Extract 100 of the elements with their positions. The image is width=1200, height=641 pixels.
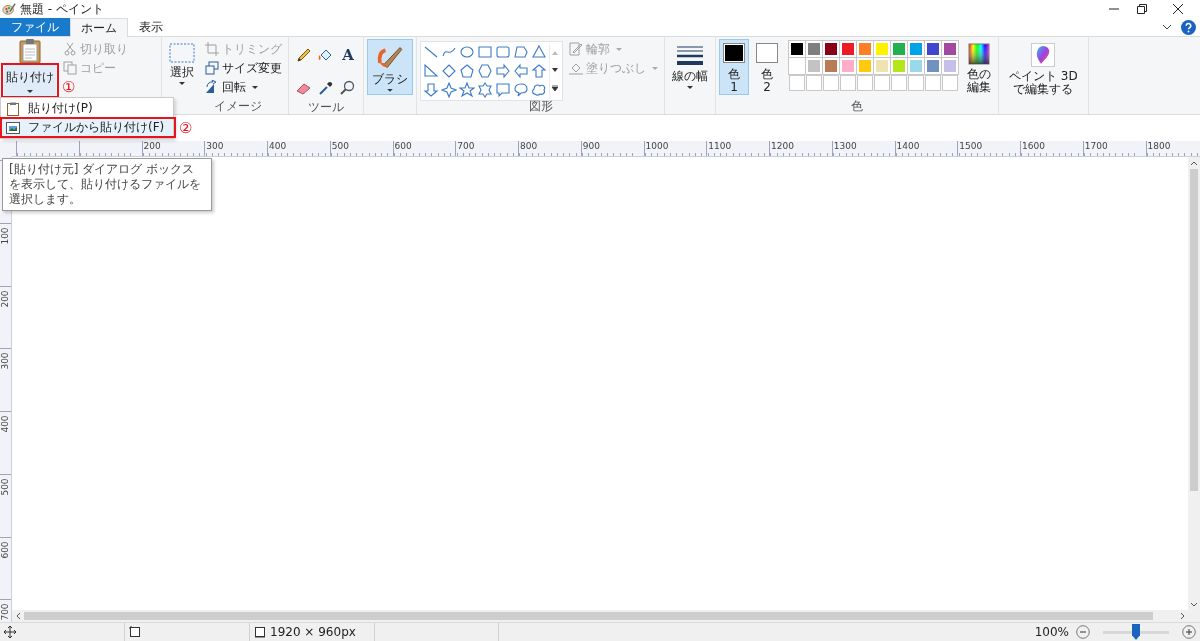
oval-callout-icon[interactable] [513,82,529,98]
color-swatch[interactable] [857,41,873,57]
color-swatch[interactable] [891,41,907,57]
color-swatch[interactable] [823,41,839,57]
zoom-out-button[interactable] [1075,624,1091,640]
color-swatch[interactable] [806,58,822,74]
pentagon-icon[interactable] [459,63,475,79]
step-number: ① [62,79,75,95]
expand-gallery-icon[interactable] [552,85,558,92]
six-point-star-icon[interactable] [477,82,493,98]
resize-icon [205,61,219,75]
ribbon-tab[interactable]: 表示 [128,18,174,36]
help-icon[interactable] [1181,19,1196,35]
ruler-label: 1700 [1083,141,1109,151]
chevron-down-icon [1190,601,1198,607]
chevron-up-icon [1190,160,1198,166]
text-tool[interactable]: A [340,47,356,63]
paste-dropdown-button[interactable]: 貼り付け [4,65,56,97]
color-swatch[interactable] [840,41,856,57]
polygon-icon[interactable] [513,44,529,60]
eyedropper-icon[interactable] [318,79,334,96]
caret-icon [387,89,393,92]
ruler-label: 1500 [958,141,984,151]
step-number: ② [179,120,193,136]
magnifier-icon[interactable] [340,79,356,96]
five-point-star-icon[interactable] [459,82,475,98]
color-swatch[interactable] [908,58,924,74]
app-icon [2,2,16,16]
color-swatch[interactable] [823,58,839,74]
ruler-label: 400 [0,414,10,434]
color-slot-button[interactable]: 色 1 [719,39,749,95]
color-swatch[interactable] [789,41,805,57]
rotate-icon [205,80,219,94]
color-swatch[interactable] [925,58,941,74]
ribbon-tab[interactable]: ホーム [70,18,128,37]
line-width-button[interactable]: 線の幅 [668,39,712,92]
paint-3d-button[interactable]: ペイント 3D で編集する [1002,39,1085,100]
slider-thumb[interactable] [1132,624,1140,640]
color-swatch[interactable] [908,41,924,57]
rectangle-callout-icon[interactable] [495,82,511,98]
color-slot-button[interactable]: 色 2 [752,39,782,95]
scrollbar-thumb[interactable] [24,612,1153,620]
color-swatch[interactable] [942,58,958,74]
ribbon-command[interactable]: 回転 [202,78,285,96]
scroll-up-icon[interactable] [552,50,558,55]
paint-3d-icon [1031,43,1056,67]
scroll-down-icon[interactable] [552,68,558,72]
canvas-size-icon [254,626,266,638]
up-arrow-icon[interactable] [531,63,547,79]
rectangle-icon[interactable] [477,44,493,60]
canvas-size-text: 1920 × 960px [270,625,356,639]
ruler-label: 1100 [707,141,733,151]
ruler-label: 900 [581,141,601,151]
caret-icon [616,47,622,51]
selection-icon [169,43,195,63]
ribbon-tab[interactable]: ファイル [0,18,70,36]
edit-colors-button[interactable]: 色の 編集 [963,39,995,97]
pen-icon [569,42,583,56]
right-triangle-icon[interactable] [423,63,439,79]
group-label: イメージ [213,99,263,113]
four-point-star-icon[interactable] [441,82,457,98]
crop-icon [205,42,219,56]
color-swatch[interactable] [874,58,890,74]
paint-bucket-icon[interactable] [318,47,334,63]
diamond-icon[interactable] [441,63,457,79]
group-label: ツール [307,100,345,114]
pencil-icon[interactable] [296,47,312,63]
ruler-label: 1000 [644,141,670,151]
ruler-label: 500 [330,141,350,151]
hexagon-icon[interactable] [477,63,493,79]
color-swatch[interactable] [925,41,941,57]
move-cursor-icon [4,626,16,638]
image-file-icon [6,120,20,135]
left-arrow-icon[interactable] [513,63,529,79]
triangle-icon[interactable] [531,44,547,60]
scissors-icon [63,42,77,56]
cloud-callout-icon[interactable] [531,82,547,98]
scrollbar-thumb[interactable] [1190,169,1198,491]
down-arrow-icon[interactable] [423,82,439,98]
color-swatch[interactable] [789,58,805,74]
ruler-label: 200 [142,141,162,151]
menu-item[interactable]: 貼り付け(P) [1,99,174,118]
line-icon[interactable] [423,44,439,60]
select-button[interactable]: 選択 [165,39,199,88]
zoom-in-button[interactable] [1181,624,1197,640]
color-swatch[interactable] [857,58,873,74]
brushes-button[interactable]: ブラシ [367,39,413,95]
ribbon-command[interactable]: サイズ変更 [202,59,285,77]
ruler-label: 1400 [895,141,921,151]
color-swatch[interactable] [806,41,822,57]
ruler-label: 1200 [770,141,795,151]
color-swatch[interactable] [874,41,890,57]
right-arrow-icon[interactable] [495,63,511,79]
color-swatch[interactable] [891,58,907,74]
ruler-label: 200 [0,288,10,309]
color-swatch[interactable] [840,58,856,74]
color-swatch[interactable] [942,41,958,57]
ruler-label: 1800 [1146,141,1172,151]
caret-icon [27,90,33,93]
collapse-ribbon-icon[interactable] [1162,24,1172,30]
